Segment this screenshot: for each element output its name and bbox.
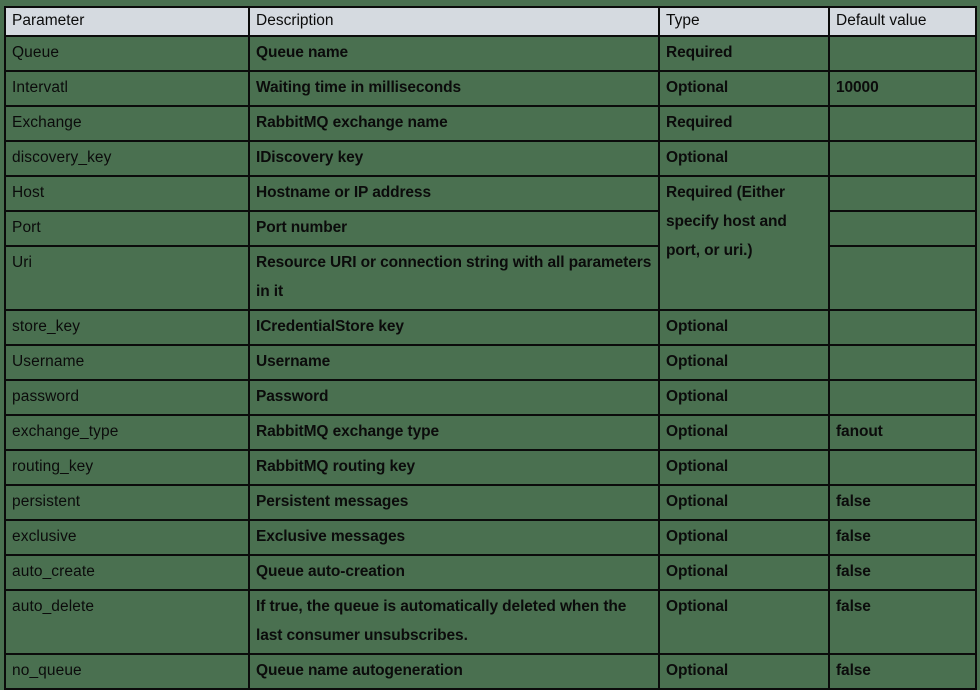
- parameter-type-cell: Optional: [658, 653, 830, 690]
- parameter-name-cell: exchange_type: [4, 414, 250, 451]
- table-row: Exchange RabbitMQ exchange name Required: [4, 105, 977, 142]
- parameter-default-value-cell: false: [828, 554, 977, 591]
- parameter-description-cell: RabbitMQ exchange name: [248, 105, 660, 142]
- parameter-type-cell: Optional: [658, 519, 830, 556]
- parameter-type-cell: Optional: [658, 449, 830, 486]
- column-header-type: Type: [658, 6, 830, 37]
- parameter-description-cell: RabbitMQ routing key: [248, 449, 660, 486]
- parameter-type-cell: Optional: [658, 344, 830, 381]
- parameter-default-value-cell: [828, 344, 977, 381]
- parameter-name-cell: discovery_key: [4, 140, 250, 177]
- parameter-type-cell: Required (Either specify host and port, …: [658, 175, 830, 311]
- parameter-name-cell: Intervatl: [4, 70, 250, 107]
- table-row: auto_delete If true, the queue is automat…: [4, 589, 977, 655]
- parameter-default-value-cell: [828, 245, 977, 311]
- parameter-type-cell: Optional: [658, 309, 830, 346]
- table-row: Port Port number: [4, 210, 977, 247]
- table-row: Host Hostname or IP address Required (Eith…: [4, 175, 977, 311]
- table-header-row: Parameter Description Type Default value: [4, 6, 977, 37]
- parameter-type-cell: Optional: [658, 140, 830, 177]
- parameter-default-value-cell: [828, 105, 977, 142]
- table-row: persistent Persistent messages Optional fal…: [4, 484, 977, 521]
- parameter-description-cell: Resource URI or connection string with a…: [248, 245, 660, 311]
- table-row: no_queue Queue name autogeneration Optiona…: [4, 653, 977, 690]
- parameter-default-value-cell: 10000: [828, 70, 977, 107]
- table-body: Queue Queue name Required Intervatl Waiting …: [4, 35, 977, 690]
- table-row: discovery_key IDiscovery key Optional: [4, 140, 977, 177]
- parameter-default-value-cell: false: [828, 653, 977, 690]
- parameter-description-cell: Persistent messages: [248, 484, 660, 521]
- parameter-name-cell: auto_create: [4, 554, 250, 591]
- column-header-parameter: Parameter: [4, 6, 250, 37]
- column-header-description: Description: [248, 6, 660, 37]
- parameter-default-value-cell: fanout: [828, 414, 977, 451]
- table-row: exchange_type RabbitMQ exchange type Optio…: [4, 414, 977, 451]
- parameter-name-cell: Uri: [4, 245, 250, 311]
- parameter-description-cell: Password: [248, 379, 660, 416]
- parameter-type-cell: Optional: [658, 414, 830, 451]
- table-row: Intervatl Waiting time in milliseconds Opt…: [4, 70, 977, 107]
- parameter-default-value-cell: false: [828, 484, 977, 521]
- parameter-default-value-cell: false: [828, 589, 977, 655]
- parameter-description-cell: Port number: [248, 210, 660, 247]
- table-row: store_key ICredentialStore key Optional: [4, 309, 977, 346]
- parameter-default-value-cell: [828, 175, 977, 212]
- column-header-default-value: Default value: [828, 6, 977, 37]
- table-row: password Password Optional: [4, 379, 977, 416]
- parameter-default-value-cell: [828, 210, 977, 247]
- parameter-description-cell: Hostname or IP address: [248, 175, 660, 212]
- parameter-type-cell: Required: [658, 35, 830, 72]
- parameter-type-cell: Optional: [658, 484, 830, 521]
- parameter-name-cell: Queue: [4, 35, 250, 72]
- parameter-default-value-cell: [828, 35, 977, 72]
- parameter-name-cell: auto_delete: [4, 589, 250, 655]
- parameter-description-cell: Waiting time in milliseconds: [248, 70, 660, 107]
- parameter-type-cell: Optional: [658, 554, 830, 591]
- parameter-default-value-cell: false: [828, 519, 977, 556]
- parameter-name-cell: Host: [4, 175, 250, 212]
- parameter-description-cell: Exclusive messages: [248, 519, 660, 556]
- parameter-type-cell: Optional: [658, 589, 830, 655]
- parameter-description-cell: Queue name autogeneration: [248, 653, 660, 690]
- parameter-default-value-cell: [828, 309, 977, 346]
- parameter-description-cell: IDiscovery key: [248, 140, 660, 177]
- parameter-name-cell: persistent: [4, 484, 250, 521]
- parameter-table: Parameter Description Type Default value…: [4, 6, 977, 690]
- table-row: Queue Queue name Required: [4, 35, 977, 72]
- parameter-name-cell: Username: [4, 344, 250, 381]
- parameter-name-cell: password: [4, 379, 250, 416]
- parameter-description-cell: Queue name: [248, 35, 660, 72]
- table-row: Uri Resource URI or connection string wit…: [4, 245, 977, 311]
- parameter-description-cell: RabbitMQ exchange type: [248, 414, 660, 451]
- parameter-default-value-cell: [828, 140, 977, 177]
- parameter-type-cell: Required: [658, 105, 830, 142]
- parameter-name-cell: Port: [4, 210, 250, 247]
- parameter-description-cell: Queue auto-creation: [248, 554, 660, 591]
- parameter-description-cell: Username: [248, 344, 660, 381]
- parameter-default-value-cell: [828, 379, 977, 416]
- parameter-name-cell: routing_key: [4, 449, 250, 486]
- parameter-name-cell: exclusive: [4, 519, 250, 556]
- parameter-name-cell: no_queue: [4, 653, 250, 690]
- parameter-name-cell: store_key: [4, 309, 250, 346]
- parameter-type-cell: Optional: [658, 70, 830, 107]
- table-row: Username Username Optional: [4, 344, 977, 381]
- parameter-table-container: Parameter Description Type Default value…: [4, 6, 977, 690]
- parameter-name-cell: Exchange: [4, 105, 250, 142]
- parameter-type-cell: Optional: [658, 379, 830, 416]
- table-row: exclusive Exclusive messages Optional false: [4, 519, 977, 556]
- table-header: Parameter Description Type Default value: [4, 6, 977, 37]
- parameter-description-cell: ICredentialStore key: [248, 309, 660, 346]
- parameter-description-cell: If true, the queue is automatically dele…: [248, 589, 660, 655]
- table-row: routing_key RabbitMQ routing key Optional: [4, 449, 977, 486]
- parameter-default-value-cell: [828, 449, 977, 486]
- table-row: auto_create Queue auto-creation Optional fa…: [4, 554, 977, 591]
